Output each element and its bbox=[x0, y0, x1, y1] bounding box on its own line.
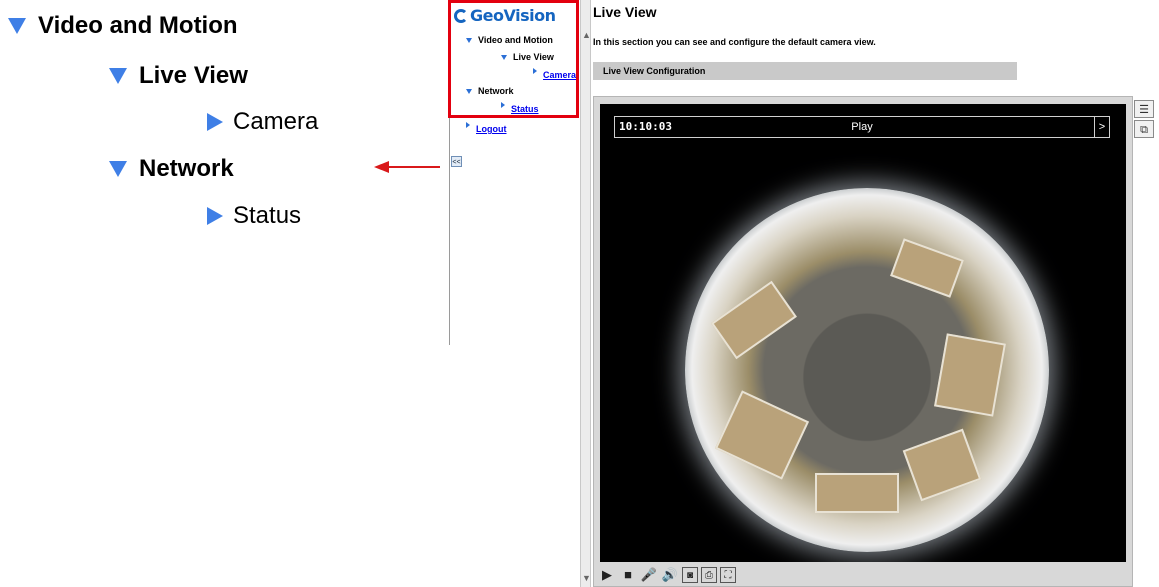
scroll-up-icon[interactable]: ▲ bbox=[582, 30, 591, 40]
desk-shape bbox=[714, 390, 810, 480]
microphone-icon[interactable]: 🎤 bbox=[640, 566, 658, 584]
desk-shape bbox=[711, 280, 797, 360]
triangle-down-icon bbox=[109, 161, 127, 177]
triangle-right-icon bbox=[207, 207, 223, 225]
callout-label: Video and Motion bbox=[38, 12, 238, 39]
video-status-bar: 10:10:03 Play > bbox=[614, 116, 1110, 138]
dewarp-icon[interactable]: ⧉ bbox=[1134, 120, 1154, 138]
callout-label: Network bbox=[139, 155, 234, 182]
desk-shape bbox=[902, 428, 982, 502]
callout-item-network: Network bbox=[109, 155, 234, 183]
callout-item-camera: Camera bbox=[207, 108, 318, 136]
video-play-status: Play bbox=[851, 121, 873, 133]
highlight-box bbox=[448, 0, 579, 118]
logout-link[interactable]: Logout bbox=[476, 124, 507, 134]
callout-label: Camera bbox=[233, 108, 319, 135]
stop-icon[interactable]: ■ bbox=[619, 566, 637, 584]
next-arrow-button[interactable]: > bbox=[1094, 117, 1109, 137]
frame-scrollbar[interactable]: ▲ ▼ bbox=[580, 0, 591, 587]
snapshot-icon[interactable]: ◙ bbox=[682, 567, 698, 583]
settings-panel-icon[interactable]: ☰ bbox=[1134, 100, 1154, 118]
triangle-right-icon bbox=[207, 113, 223, 131]
callout-label: Status bbox=[233, 202, 302, 229]
view-tools: ☰ ⧉ bbox=[1134, 100, 1158, 142]
triangle-down-icon bbox=[8, 18, 26, 34]
section-header: Live View Configuration bbox=[593, 62, 1017, 80]
page-title: Live View bbox=[593, 4, 657, 20]
play-icon[interactable]: ▶ bbox=[598, 566, 616, 584]
callout-item-status: Status bbox=[207, 202, 301, 230]
video-view[interactable]: 10:10:03 Play > bbox=[600, 104, 1126, 562]
speaker-icon[interactable]: 🔊 bbox=[661, 566, 679, 584]
callout-item-video-and-motion: Video and Motion bbox=[8, 12, 238, 40]
record-icon[interactable]: ⎙ bbox=[701, 567, 717, 583]
pointer-arrow-line bbox=[388, 166, 440, 168]
callout-outline: Video and Motion Live View Camera Networ… bbox=[0, 0, 440, 260]
fullscreen-icon[interactable]: ⛶ bbox=[720, 567, 736, 583]
callout-label: Live View bbox=[139, 62, 248, 89]
pointer-arrow-icon bbox=[374, 161, 389, 173]
page-description: In this section you can see and configur… bbox=[593, 37, 876, 47]
desk-shape bbox=[934, 333, 1006, 417]
triangle-right-icon bbox=[466, 122, 470, 128]
fisheye-camera-image bbox=[685, 188, 1049, 552]
desk-shape bbox=[815, 473, 899, 513]
desk-shape bbox=[890, 238, 964, 298]
triangle-down-icon bbox=[109, 68, 127, 84]
collapse-sidebar-button[interactable]: << bbox=[451, 156, 462, 167]
scroll-down-icon[interactable]: ▼ bbox=[582, 573, 591, 583]
callout-item-live-view: Live View bbox=[109, 62, 248, 90]
sidebar-item-logout[interactable]: Logout bbox=[466, 122, 507, 134]
player-controls: ▶ ■ 🎤 🔊 ◙ ⎙ ⛶ bbox=[598, 566, 739, 584]
